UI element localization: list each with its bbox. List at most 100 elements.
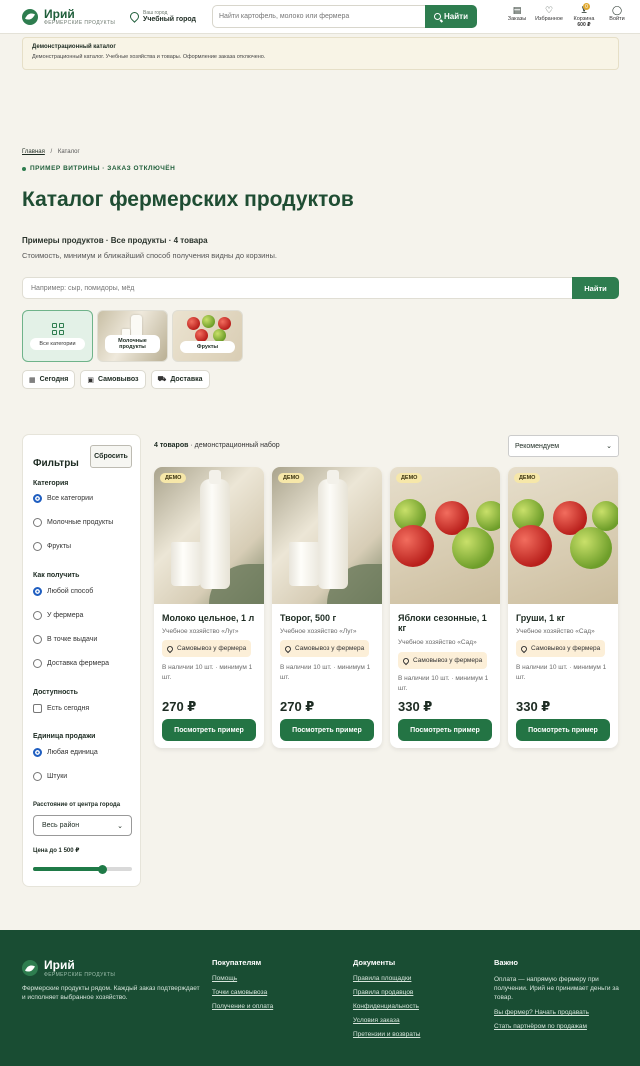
radio-checked[interactable] — [33, 587, 42, 596]
pickup-badge: Самовывоз у фермера — [280, 640, 370, 657]
header-search-button[interactable]: Найти — [425, 5, 477, 28]
price-filter-label: Цена до 1 500 ₽ — [33, 848, 80, 854]
product-name[interactable]: Молоко цельное, 1 л — [162, 613, 258, 623]
checkbox-today[interactable]: Есть сегодня — [33, 704, 89, 713]
breadcrumb: Главная / Каталог — [22, 149, 80, 155]
distance-select[interactable]: Весь район ⌄ — [33, 815, 132, 836]
eyebrow: ПРИМЕР ВИТРИНЫ · ЗАКАЗ ОТКЛЮЧЁН — [22, 165, 175, 172]
apple-image — [202, 315, 215, 328]
product-price: 330 ₽ — [398, 699, 433, 714]
view-example-button[interactable]: Посмотреть пример — [516, 719, 610, 741]
radio-checked[interactable] — [33, 748, 42, 757]
radio-unit-pieces[interactable]: Штуки — [33, 772, 67, 781]
footer-important-title: Важно — [494, 958, 519, 967]
catalog-subtitle: Примеры продуктов · Все продукты · 4 тов… — [22, 236, 208, 245]
category-tile-dairy[interactable]: Молочные продукты — [97, 310, 168, 362]
nav-login[interactable]: ◯ Войти — [602, 5, 632, 28]
footer-link[interactable]: Правила площадки — [353, 975, 420, 982]
radio-method-any[interactable]: Любой способ — [33, 587, 93, 596]
header-search-input[interactable]: Найти картофель, молоко или фермера — [212, 5, 425, 28]
catalog-search-button[interactable]: Найти — [572, 277, 619, 299]
product-card[interactable]: ДЕМО Яблоки сезонные, 1 кг Учебное хозяй… — [390, 467, 500, 748]
product-name[interactable]: Груши, 1 кг — [516, 613, 612, 623]
view-example-button[interactable]: Посмотреть пример — [280, 719, 374, 741]
footer-link[interactable]: Конфиденциальность — [353, 1003, 420, 1010]
footer-brand: Ирий ФЕРМЕРСКИЕ ПРОДУКТЫ Фермерские прод… — [22, 958, 202, 1002]
brand-name: Ирий — [44, 6, 75, 21]
radio[interactable] — [33, 659, 42, 668]
view-example-button[interactable]: Посмотреть пример — [162, 719, 256, 741]
radio[interactable] — [33, 611, 42, 620]
product-card[interactable]: ДЕМО Груши, 1 кг Учебное хозяйство «Сад»… — [508, 467, 618, 748]
reset-filters-button[interactable]: Сбросить — [90, 445, 132, 468]
header-search-button-label: Найти — [444, 12, 468, 21]
demo-badge: ДЕМО — [278, 473, 305, 483]
demo-badge: ДЕМО — [514, 473, 541, 483]
view-example-button[interactable]: Посмотреть пример — [398, 719, 492, 741]
results-summary: 4 товаров · демонстрационный набор — [154, 442, 280, 449]
demo-badge: ДЕМО — [396, 473, 423, 483]
nav-orders[interactable]: ▤ Заказы — [502, 5, 532, 28]
product-card[interactable]: ДЕМО Творог, 500 г Учебное хозяйство «Лу… — [272, 467, 382, 748]
page-title: Каталог фермерских продуктов — [22, 188, 354, 211]
footer-link[interactable]: Стать партнёром по продажам — [494, 1023, 619, 1030]
footer-about: Фермерские продукты рядом. Каждый заказ … — [22, 985, 200, 1001]
eyebrow-text: ПРИМЕР ВИТРИНЫ · ЗАКАЗ ОТКЛЮЧЁН — [30, 165, 176, 172]
category-tile-fruit[interactable]: Фрукты — [172, 310, 243, 362]
checkbox[interactable] — [33, 704, 42, 713]
product-card[interactable]: ДЕМО Молоко цельное, 1 л Учебное хозяйст… — [154, 467, 264, 748]
product-price: 330 ₽ — [516, 699, 551, 714]
notice-text: Демонстрационный каталог. Учебные хозяйс… — [32, 54, 266, 60]
footer-logo[interactable]: Ирий ФЕРМЕРСКИЕ ПРОДУКТЫ — [22, 958, 202, 978]
breadcrumb-home[interactable]: Главная — [22, 149, 45, 155]
results-count: 4 товаров — [154, 442, 189, 449]
dot-icon — [22, 166, 26, 171]
chip-label: Сегодня — [39, 376, 69, 383]
product-name[interactable]: Творог, 500 г — [280, 613, 376, 623]
catalog-search-input[interactable]: Например: сыр, помидоры, мёд — [22, 277, 572, 299]
logo[interactable]: Ирий ФЕРМЕРСКИЕ ПРОДУКТЫ — [22, 8, 130, 26]
radio-category-all[interactable]: Все категории — [33, 494, 93, 503]
chip-delivery[interactable]: ⛟ Доставка — [150, 370, 210, 389]
distance-select-value: Весь район — [42, 822, 80, 829]
radio[interactable] — [33, 518, 42, 527]
radio-checked[interactable] — [33, 494, 42, 503]
nav-cart[interactable]: ⊻ 0 Корзина 600 ₽ — [566, 3, 602, 28]
radio[interactable] — [33, 772, 42, 781]
radio-method-point[interactable]: В точке выдачи — [33, 635, 97, 644]
chip-pickup[interactable]: ▣ Самовывоз — [80, 370, 146, 389]
radio-method-farmer[interactable]: У фермера — [33, 611, 83, 620]
leaf-icon — [22, 8, 38, 25]
price-slider-handle[interactable] — [97, 864, 107, 874]
radio-category-dairy[interactable]: Молочные продукты — [33, 518, 113, 527]
price-slider[interactable] — [33, 864, 132, 874]
footer-link[interactable]: Помощь — [212, 975, 273, 982]
chip-today[interactable]: ▦ Сегодня — [22, 370, 76, 389]
footer-important: Важно Оплата — напрямую фермеру при полу… — [494, 958, 619, 1037]
product-name[interactable]: Яблоки сезонные, 1 кг — [398, 613, 494, 633]
footer-link[interactable]: Условия заказа — [353, 1017, 420, 1024]
radio-method-delivery[interactable]: Доставка фермера — [33, 659, 109, 668]
calendar-icon: ▦ — [29, 376, 36, 384]
cart-sum: 600 ₽ — [577, 22, 591, 28]
footer-link[interactable]: Претензии и возвраты — [353, 1031, 420, 1038]
radio[interactable] — [33, 635, 42, 644]
pickup-label: Самовывоз у фермера — [531, 645, 601, 652]
footer-link[interactable]: Правила продавцов — [353, 989, 420, 996]
product-price: 270 ₽ — [280, 699, 315, 714]
footer-link[interactable]: Получение и оплата — [212, 1003, 273, 1010]
category-tile-all[interactable]: Все категории — [22, 310, 93, 362]
radio-unit-any[interactable]: Любая единица — [33, 748, 98, 757]
nav-favorites[interactable]: ♡ Избранное — [532, 5, 566, 28]
pickup-badge: Самовывоз у фермера — [516, 640, 606, 657]
grid-icon — [52, 323, 64, 335]
product-stock: В наличии 10 шт. · минимум 1 шт. — [162, 664, 253, 681]
radio-category-fruit[interactable]: Фрукты — [33, 542, 71, 551]
city-selector[interactable]: Ваш город Учебный город — [128, 10, 212, 23]
radio[interactable] — [33, 542, 42, 551]
footer-link[interactable]: Точки самовывоза — [212, 989, 273, 996]
pickup-label: Самовывоз у фермера — [295, 645, 365, 652]
sort-select[interactable]: Рекомендуем ⌄ — [508, 435, 619, 457]
footer-link[interactable]: Вы фермер? Начать продавать — [494, 1009, 619, 1016]
site-header: Ирий ФЕРМЕРСКИЕ ПРОДУКТЫ Ваш город Учебн… — [0, 0, 640, 34]
